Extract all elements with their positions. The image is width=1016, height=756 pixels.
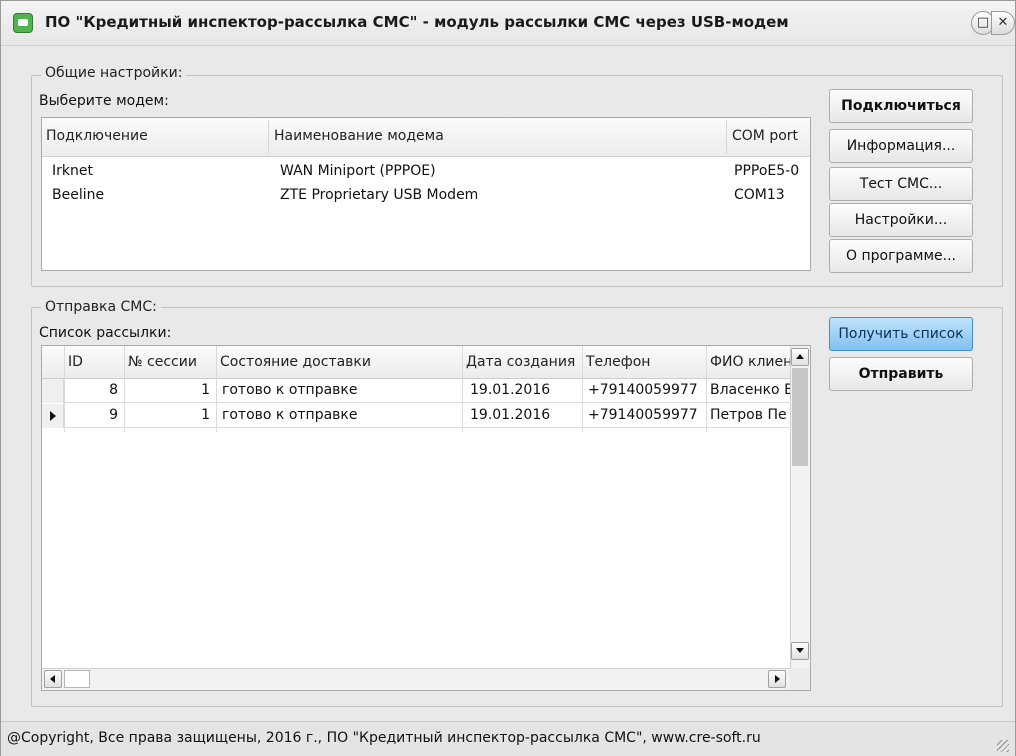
app-icon	[13, 13, 33, 33]
scroll-down-button[interactable]	[791, 642, 809, 660]
cell-id: 8	[109, 382, 118, 398]
close-button[interactable]: ✕	[991, 11, 1015, 35]
cell-session: 1	[201, 382, 210, 398]
arrow-down-icon	[796, 648, 804, 653]
column-client-name[interactable]: ФИО клиен	[710, 354, 792, 370]
arrow-up-icon	[796, 354, 804, 359]
vertical-scroll-thumb[interactable]	[792, 368, 808, 466]
modem-connection: Beeline	[52, 187, 105, 203]
column-id[interactable]: ID	[68, 354, 83, 370]
about-button[interactable]: О программе...	[829, 239, 973, 273]
column-delivery-status[interactable]: Состояние доставки	[220, 354, 371, 370]
modem-list[interactable]: Подключение Наименование модема COM port…	[41, 117, 811, 271]
table-row[interactable]: 8 1 готово к отправке 19.01.2016 +791400…	[42, 379, 792, 403]
copyright-text: @Copyright, Все права защищены, 2016 г.,…	[7, 730, 761, 746]
column-connection[interactable]: Подключение	[46, 128, 148, 144]
general-settings-legend: Общие настройки:	[41, 65, 187, 81]
mailing-grid[interactable]: ID № сессии Состояние доставки Дата созд…	[41, 345, 811, 691]
cell-session: 1	[201, 407, 210, 423]
row-indicator[interactable]	[42, 404, 64, 428]
mailing-list-label: Список рассылки:	[39, 325, 172, 341]
test-sms-button[interactable]: Тест СМС...	[829, 167, 973, 201]
scroll-corner	[790, 668, 810, 690]
cell-phone: +79140059977	[588, 407, 698, 423]
resize-grip-icon[interactable]	[997, 740, 1009, 752]
modem-port: PPPoE5-0	[734, 163, 800, 179]
cell-created: 19.01.2016	[470, 382, 551, 398]
modem-row[interactable]: Irknet WAN Miniport (PPPOE) PPPoE5-0	[42, 160, 810, 184]
column-session[interactable]: № сессии	[128, 354, 197, 370]
table-row[interactable]: 9 1 готово к отправке 19.01.2016 +791400…	[42, 404, 792, 428]
connect-button[interactable]: Подключиться	[829, 89, 973, 123]
settings-button[interactable]: Настройки...	[829, 203, 973, 237]
sending-legend: Отправка СМС:	[41, 299, 161, 315]
modem-connection: Irknet	[52, 163, 93, 179]
modem-row[interactable]: Beeline ZTE Proprietary USB Modem COM13	[42, 184, 810, 208]
row-indicator[interactable]	[42, 379, 64, 403]
column-divider	[726, 120, 727, 154]
app-window: ПО "Кредитный инспектор-рассылка СМС" - …	[0, 0, 1016, 756]
select-modem-label: Выберите модем:	[39, 93, 169, 109]
scroll-left-button[interactable]	[44, 670, 62, 688]
scroll-up-button[interactable]	[791, 348, 809, 366]
column-created-date[interactable]: Дата создания	[466, 354, 575, 370]
column-divider	[268, 120, 269, 154]
modem-name: ZTE Proprietary USB Modem	[280, 187, 479, 203]
cell-status: готово к отправке	[222, 382, 358, 398]
send-button[interactable]: Отправить	[829, 357, 973, 391]
vertical-scrollbar[interactable]	[790, 346, 810, 668]
cell-id: 9	[109, 407, 118, 423]
arrow-left-icon	[50, 675, 55, 683]
horizontal-scroll-thumb[interactable]	[64, 670, 90, 688]
modem-port: COM13	[734, 187, 785, 203]
column-phone[interactable]: Телефон	[586, 354, 650, 370]
mailing-grid-header: ID № сессии Состояние доставки Дата созд…	[42, 346, 792, 379]
get-list-button[interactable]: Получить список	[829, 317, 973, 351]
column-modem-name[interactable]: Наименование модема	[274, 128, 444, 144]
cell-status: готово к отправке	[222, 407, 358, 423]
column-com-port[interactable]: COM port	[732, 128, 798, 144]
cell-created: 19.01.2016	[470, 407, 551, 423]
arrow-right-icon	[775, 675, 780, 683]
info-button[interactable]: Информация...	[829, 129, 973, 163]
current-row-arrow-icon	[50, 411, 56, 421]
window-title: ПО "Кредитный инспектор-рассылка СМС" - …	[45, 13, 789, 31]
modem-list-header: Подключение Наименование модема COM port	[42, 118, 810, 157]
title-bar[interactable]: ПО "Кредитный инспектор-рассылка СМС" - …	[1, 1, 1015, 46]
horizontal-scrollbar[interactable]	[42, 668, 792, 690]
modem-name: WAN Miniport (PPPOE)	[280, 163, 436, 179]
cell-client: Власенко В	[710, 382, 790, 398]
cell-client: Петров Пе	[710, 407, 787, 423]
cell-phone: +79140059977	[588, 382, 698, 398]
scroll-right-button[interactable]	[768, 670, 786, 688]
status-bar: @Copyright, Все права защищены, 2016 г.,…	[1, 721, 1015, 756]
